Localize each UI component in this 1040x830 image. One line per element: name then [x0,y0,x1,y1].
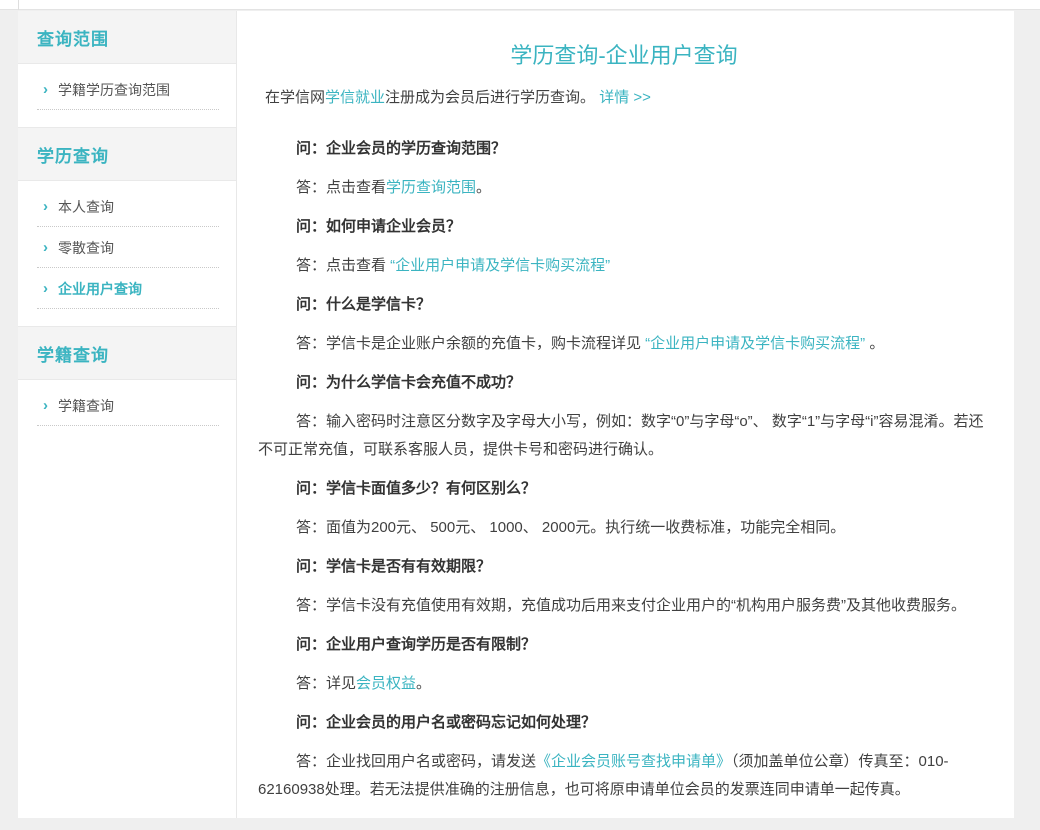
header-divider-tick [18,0,19,10]
inline-link[interactable]: 会员权益 [356,675,416,692]
text-run: 答：学信卡没有充值使用有效期，充值成功后用来支付企业用户的“机构用户服务费”及其… [296,597,966,614]
faq-answer: 答：学信卡没有充值使用有效期，充值成功后用来支付企业用户的“机构用户服务费”及其… [258,592,990,620]
faq-question: 问：学信卡面值多少？有何区别么？ [296,480,537,497]
faq-answer: 答：详见会员权益。 [258,670,990,698]
inline-link[interactable]: 《企业会员账号查找申请单》 [536,753,731,770]
text-run: 答：点击查看 [296,179,387,196]
text-run: 答：面值为200元、 500元、 1000、 2000元。执行统一收费标准，功能… [296,519,846,536]
chevron-right-icon: › [43,81,48,98]
sidebar-item-label: 学籍学历查询范围 [58,82,170,98]
sidebar-item-group: › 学籍学历查询范围 [18,64,236,127]
chevron-right-icon: › [43,239,48,256]
faq-answer: 答：点击查看学历查询范围。 [258,174,990,202]
top-header-strip [0,0,1040,10]
text-run: 。 [476,179,492,196]
sidebar-item[interactable]: › 本人查询 [37,186,219,227]
faq-answer: 答：面值为200元、 500元、 1000、 2000元。执行统一收费标准，功能… [258,514,990,542]
faq-answer: 答：学信卡是企业账户余额的充值卡，购卡流程详见 “企业用户申请及学信卡购买流程”… [258,330,990,358]
sidebar-section-title: 学籍查询 [18,326,236,380]
main-content: 学历查询-企业用户查询 在学信网学信就业注册成为会员后进行学历查询。 详情 >>… [237,11,1014,818]
sidebar-item[interactable]: › 企业用户查询 [37,268,219,309]
faq-question: 问：企业会员的学历查询范围？ [296,140,507,157]
sidebar-item[interactable]: › 学籍学历查询范围 [37,69,219,110]
sidebar-section-title: 学历查询 [18,127,236,181]
inline-link[interactable]: “企业用户申请及学信卡购买流程” [645,335,865,352]
text-run: 答：详见 [296,675,357,692]
text-run: 。 [416,675,432,692]
page-title: 学历查询-企业用户查询 [510,43,738,68]
text-run: 答：学信卡是企业账户余额的充值卡，购卡流程详见 [296,335,646,352]
intro-paragraph: 在学信网学信就业注册成为会员后进行学历查询。 详情 >> [258,84,990,112]
sidebar-item[interactable]: › 零散查询 [37,227,219,268]
text-run: 在学信网 [265,89,326,106]
text-run: 。 [865,335,885,352]
inline-link[interactable]: 学历查询范围 [386,179,476,196]
faq-question: 问：企业会员的用户名或密码忘记如何处理？ [296,714,597,731]
sidebar-item-label: 本人查询 [58,199,114,215]
sidebar-item-label: 零散查询 [58,240,114,256]
text-run: 注册成为会员后进行学历查询。 [385,89,600,106]
sidebar-item-group: › 学籍查询 [18,380,236,443]
chevron-right-icon: › [43,397,48,414]
inline-link[interactable]: “企业用户申请及学信卡购买流程” [390,257,610,274]
page-layout: 查询范围 › 学籍学历查询范围 学历查询 › 本人查询 › 零散查询 › 企业用户查询 学籍查询 › 学… [18,11,1014,818]
faq-question: 问：学信卡是否有有效期限？ [296,558,492,575]
faq-question: 问：如何申请企业会员？ [296,218,462,235]
text-run: 答：企业找回用户名或密码，请发送 [296,753,537,770]
sidebar-section: 查询范围 › 学籍学历查询范围 [18,11,236,127]
faq-answer: 答：点击查看 “企业用户申请及学信卡购买流程” [258,252,990,280]
faq-question: 问：什么是学信卡？ [296,296,432,313]
chevron-right-icon: › [43,198,48,215]
faq-list: 问：企业会员的学历查询范围？ 答：点击查看学历查询范围。 问：如何申请企业会员？ 答：… [258,135,990,804]
sidebar-section: 学历查询 › 本人查询 › 零散查询 › 企业用户查询 [18,127,236,326]
sidebar-item[interactable]: › 学籍查询 [37,385,219,426]
sidebar-section: 学籍查询 › 学籍查询 [18,326,236,818]
inline-link[interactable]: 学信就业 [325,89,385,106]
chevron-right-icon: › [43,280,48,297]
inline-link[interactable]: 详情 >> [599,89,651,106]
text-run: 答：点击查看 [296,257,391,274]
text-run: 答：输入密码时注意区分数字及字母大小写，例如：数字“0”与字母“o”、 数字“1… [258,413,984,458]
faq-answer: 答：输入密码时注意区分数字及字母大小写，例如：数字“0”与字母“o”、 数字“1… [258,408,990,464]
faq-answer: 答：企业找回用户名或密码，请发送《企业会员账号查找申请单》（须加盖单位公章）传真… [258,748,990,804]
sidebar-item-label: 学籍查询 [58,398,114,414]
sidebar: 查询范围 › 学籍学历查询范围 学历查询 › 本人查询 › 零散查询 › 企业用户查询 学籍查询 › 学… [18,11,237,818]
faq-question: 问：企业用户查询学历是否有限制？ [296,636,537,653]
sidebar-item-label: 企业用户查询 [58,281,142,297]
sidebar-item-group: › 本人查询 › 零散查询 › 企业用户查询 [18,181,236,326]
sidebar-section-title: 查询范围 [18,11,236,64]
faq-question: 问：为什么学信卡会充值不成功？ [296,374,522,391]
